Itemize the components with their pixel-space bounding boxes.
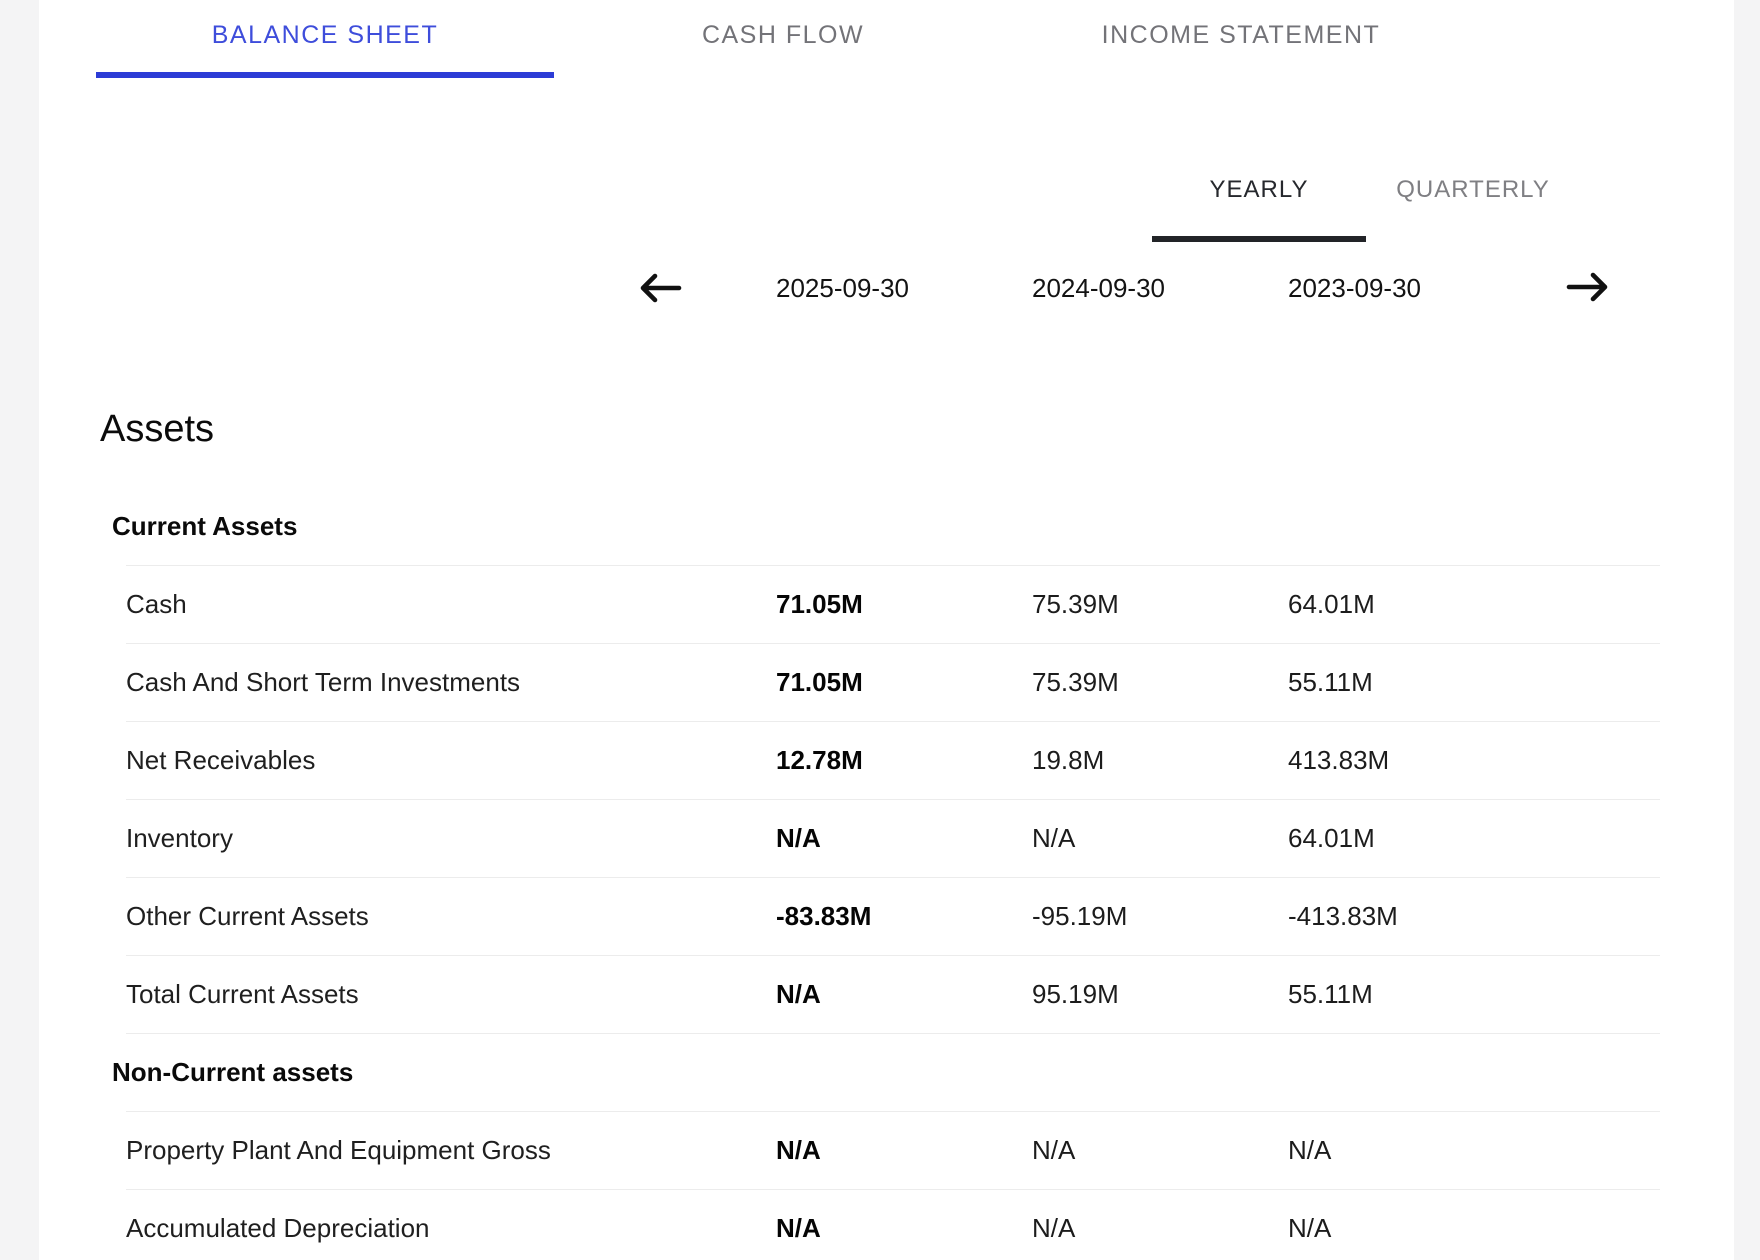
right-edge-gutter — [1734, 0, 1760, 1260]
section-header-current-assets: Current Assets — [126, 488, 1660, 566]
table-row-inventory: InventoryN/AN/A64.01M — [126, 800, 1660, 878]
row-value: N/A — [776, 1213, 1032, 1244]
row-value: 55.11M — [1288, 667, 1544, 698]
date-column-header: 2024-09-30 — [1032, 273, 1288, 304]
tab-cash-flow[interactable]: CASH FLOW — [554, 0, 1012, 78]
period-tab-quarterly[interactable]: QUARTERLY — [1366, 164, 1580, 242]
row-label: Total Current Assets — [126, 979, 776, 1010]
period-toggle: YEARLYQUARTERLY — [1152, 164, 1580, 242]
table-row-accumulated-depreciation: Accumulated DepreciationN/AN/AN/A — [126, 1190, 1660, 1260]
balance-sheet-table: Current AssetsCash71.05M75.39M64.01MCash… — [126, 488, 1660, 1260]
row-label: Property Plant And Equipment Gross — [126, 1135, 776, 1166]
row-value: N/A — [1288, 1213, 1544, 1244]
row-value: 75.39M — [1032, 589, 1288, 620]
row-value: 19.8M — [1032, 745, 1288, 776]
row-value: 413.83M — [1288, 745, 1544, 776]
row-value: N/A — [1032, 1213, 1288, 1244]
row-value: 95.19M — [1032, 979, 1288, 1010]
table-row-net-receivables: Net Receivables12.78M19.8M413.83M — [126, 722, 1660, 800]
row-value: -95.19M — [1032, 901, 1288, 932]
table-row-other-current-assets: Other Current Assets-83.83M-95.19M-413.8… — [126, 878, 1660, 956]
row-value: 55.11M — [1288, 979, 1544, 1010]
date-column-header: 2023-09-30 — [1288, 273, 1544, 304]
row-label: Net Receivables — [126, 745, 776, 776]
balance-sheet-page: BALANCE SHEETCASH FLOWINCOME STATEMENT Y… — [0, 0, 1760, 1260]
row-value: -413.83M — [1288, 901, 1544, 932]
tab-balance-sheet[interactable]: BALANCE SHEET — [96, 0, 554, 78]
row-label: Cash And Short Term Investments — [126, 667, 776, 698]
table-row-cash: Cash71.05M75.39M64.01M — [126, 566, 1660, 644]
period-tab-yearly[interactable]: YEARLY — [1152, 164, 1366, 242]
row-value: N/A — [776, 823, 1032, 854]
row-value: N/A — [1032, 823, 1288, 854]
row-value: -83.83M — [776, 901, 1032, 932]
left-edge-gutter — [0, 0, 39, 1260]
row-label: Other Current Assets — [126, 901, 776, 932]
page-title: Assets — [100, 406, 214, 452]
section-header-non-current-assets: Non-Current assets — [126, 1034, 1660, 1112]
row-value: N/A — [1288, 1135, 1544, 1166]
section-header-label: Non-Current assets — [112, 1057, 353, 1088]
row-value: N/A — [776, 1135, 1032, 1166]
section-header-label: Current Assets — [112, 511, 297, 542]
row-label: Cash — [126, 589, 776, 620]
date-header-row: 2025-09-302024-09-302023-09-30 — [126, 260, 1660, 316]
row-value: 71.05M — [776, 589, 1032, 620]
previous-period-arrow-icon[interactable] — [636, 269, 682, 307]
row-label: Accumulated Depreciation — [126, 1213, 776, 1244]
row-value: 64.01M — [1288, 823, 1544, 854]
row-value: 12.78M — [776, 745, 1032, 776]
row-value: 71.05M — [776, 667, 1032, 698]
next-period-arrow-icon[interactable] — [1566, 268, 1612, 306]
row-value: N/A — [776, 979, 1032, 1010]
row-value: 75.39M — [1032, 667, 1288, 698]
row-label: Inventory — [126, 823, 776, 854]
row-value: 64.01M — [1288, 589, 1544, 620]
row-value: N/A — [1032, 1135, 1288, 1166]
table-row-cash-and-short-term-investments: Cash And Short Term Investments71.05M75.… — [126, 644, 1660, 722]
tab-income-statement[interactable]: INCOME STATEMENT — [1012, 0, 1470, 78]
date-column-header: 2025-09-30 — [776, 273, 1032, 304]
statement-tabs: BALANCE SHEETCASH FLOWINCOME STATEMENT — [96, 0, 1470, 78]
table-row-total-current-assets: Total Current AssetsN/A95.19M55.11M — [126, 956, 1660, 1034]
table-row-property-plant-and-equipment-gross: Property Plant And Equipment GrossN/AN/A… — [126, 1112, 1660, 1190]
